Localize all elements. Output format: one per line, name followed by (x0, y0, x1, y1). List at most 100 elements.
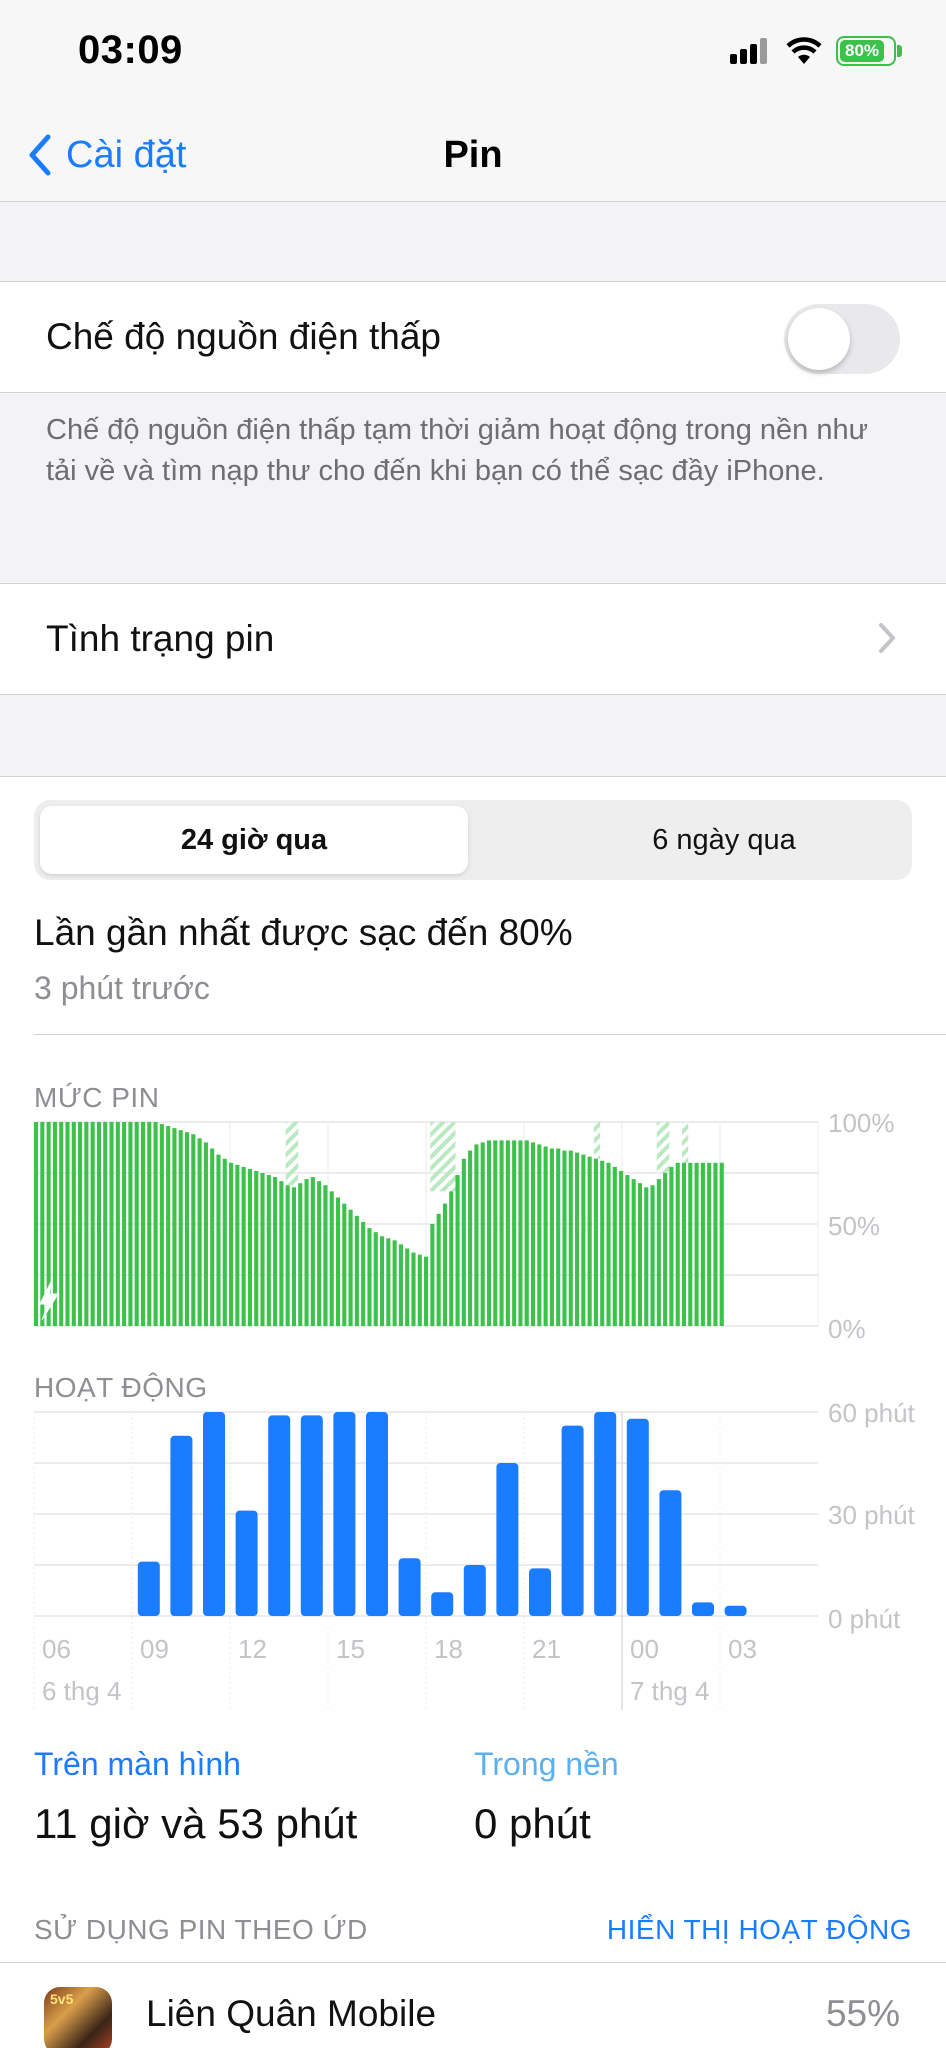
battery-bar (210, 1148, 215, 1326)
battery-bar (556, 1148, 561, 1326)
battery-bar (140, 1122, 146, 1326)
activity-bar (692, 1602, 714, 1616)
battery-bar (505, 1140, 510, 1326)
activity-bar (137, 1561, 160, 1616)
battery-bar (713, 1162, 718, 1326)
activity-bar (431, 1592, 454, 1616)
battery-bar (134, 1122, 139, 1326)
segment-24h[interactable]: 24 giờ qua (40, 806, 468, 874)
chevron-right-icon (879, 623, 895, 653)
battery-bar (600, 1160, 605, 1326)
activity-bar (529, 1568, 551, 1616)
date-label: 7 thg 4 (630, 1676, 710, 1706)
activity-bar (235, 1510, 258, 1616)
charging-overlay-1 (430, 1122, 456, 1192)
background-value: 0 phút (474, 1800, 591, 1847)
battery-bar (229, 1162, 234, 1326)
on-screen-label: Trên màn hình (34, 1746, 241, 1782)
battery-tip (897, 45, 902, 57)
battery-bar (430, 1224, 435, 1326)
activity-x-label: 21 (532, 1634, 561, 1664)
usage-by-app-header: SỬ DỤNG PIN THEO ỨD (34, 1914, 368, 1945)
battery-bar (254, 1170, 259, 1326)
last-charge-title: Lần gần nhất được sạc đến 80% (34, 912, 573, 953)
battery-bar (656, 1179, 661, 1326)
battery-bar (172, 1128, 177, 1326)
battery-bar (694, 1162, 699, 1326)
activity-x-label: 09 (140, 1634, 169, 1664)
battery-bar (65, 1122, 70, 1326)
activity-bar (398, 1558, 421, 1616)
battery-bar (241, 1166, 246, 1326)
battery-bar (625, 1175, 630, 1326)
battery-level-chart (33, 1121, 819, 1327)
activity-bar (496, 1463, 519, 1616)
battery-bar (191, 1134, 196, 1326)
battery-bar (153, 1122, 158, 1326)
battery-bar (644, 1187, 649, 1326)
battery-bar (612, 1166, 617, 1326)
battery-bar (606, 1162, 611, 1326)
battery-bar (342, 1203, 347, 1326)
battery-bar (361, 1221, 366, 1326)
battery-bar (392, 1240, 397, 1326)
activity-bar (626, 1418, 649, 1616)
battery-bar (317, 1181, 322, 1326)
activity-bar (170, 1435, 193, 1616)
battery-bar (203, 1142, 208, 1326)
battery-bar (593, 1158, 598, 1326)
segment-6d[interactable]: 6 ngày qua (510, 806, 938, 874)
wifi-icon (786, 37, 822, 64)
battery-bar (216, 1154, 221, 1326)
battery-bar (424, 1256, 429, 1326)
activity-bar (333, 1412, 356, 1616)
battery-bar (197, 1138, 202, 1326)
low-power-toggle[interactable] (784, 304, 900, 374)
navigation-bar: Cài đặt Pin (0, 110, 946, 202)
game-icon: 5v5 (44, 1987, 112, 2048)
battery-bar (128, 1122, 133, 1326)
app-usage-row[interactable]: 5v5 Liên Quân Mobile 55% (0, 1962, 946, 2048)
battery-bar (279, 1181, 284, 1326)
battery-bar (380, 1236, 385, 1326)
battery-bar (323, 1185, 328, 1326)
battery-bar (354, 1215, 359, 1326)
battery-icon: 80% (836, 36, 896, 66)
battery-bar (34, 1122, 39, 1326)
battery-level: 80% (840, 40, 884, 62)
on-screen-value: 11 giờ và 53 phút (34, 1800, 358, 1847)
battery-bar (461, 1158, 466, 1326)
status-bar: 03:09 80% (0, 0, 946, 110)
battery-bar (537, 1144, 542, 1326)
battery-bar (266, 1175, 271, 1326)
activity-bar (463, 1565, 486, 1616)
battery-bar (304, 1179, 309, 1326)
show-activity-button[interactable]: HIỂN THỊ HOẠT ĐỘNG (607, 1914, 912, 1946)
battery-bar (568, 1150, 573, 1326)
activity-bar (724, 1605, 747, 1616)
activity-bar (268, 1415, 291, 1616)
battery-bar (115, 1122, 120, 1326)
battery-bar (474, 1144, 479, 1326)
activity-bar (300, 1415, 323, 1616)
battery-bar (530, 1142, 536, 1326)
battery-bar (524, 1140, 529, 1326)
app-battery-percent: 55% (825, 1993, 900, 2034)
activity-bar (561, 1425, 584, 1616)
battery-bar (575, 1152, 580, 1326)
battery-bar (84, 1122, 89, 1326)
date-label: 6 thg 4 (42, 1676, 122, 1706)
battery-bar (285, 1185, 290, 1326)
battery-bar (367, 1228, 372, 1326)
battery-bar (480, 1142, 485, 1326)
battery-bar (681, 1162, 687, 1326)
app-name: Liên Quân Mobile (146, 1993, 437, 2034)
activity-chart: 06 09 12 15 18 21 00 03 6 thg 4 7 thg 4 (33, 1411, 818, 1710)
battery-bar (298, 1183, 303, 1326)
battery-bar (669, 1166, 674, 1326)
battery-bar (90, 1122, 95, 1326)
divider (34, 1034, 946, 1035)
battery-health-row[interactable]: Tình trạng pin (0, 583, 946, 695)
battery-bar (449, 1191, 454, 1326)
activity-x-label: 12 (238, 1634, 267, 1664)
